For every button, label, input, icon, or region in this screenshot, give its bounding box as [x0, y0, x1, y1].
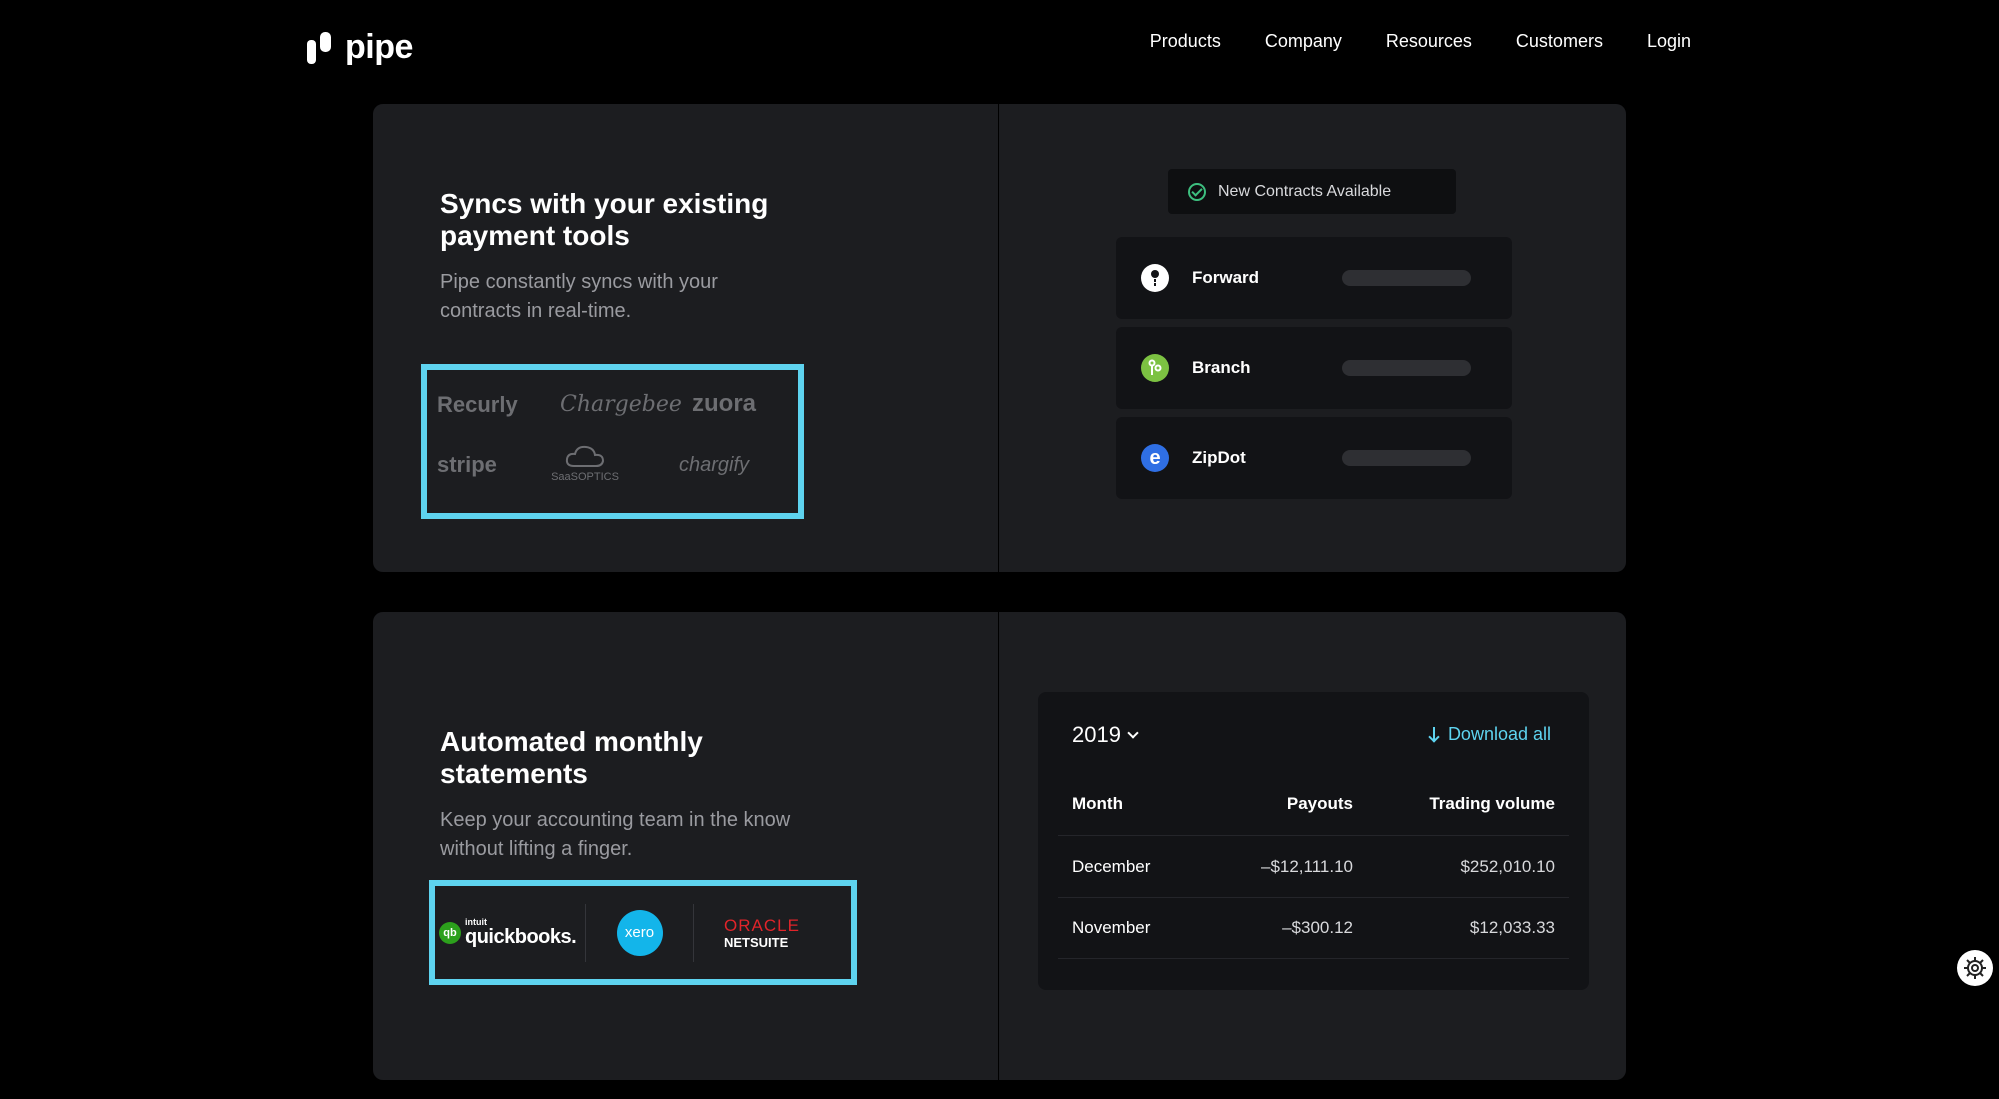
zuora-logo: zuora [692, 390, 757, 417]
row-month: November [1072, 918, 1151, 937]
forward-mark-icon [1151, 270, 1159, 286]
contract-placeholder-bar [1342, 360, 1471, 376]
nav-resources[interactable]: Resources [1386, 31, 1472, 52]
col-trading-volume: Trading volume [1429, 794, 1555, 813]
branch-mark-icon [1148, 359, 1162, 375]
netsuite-label: NETSUITE [724, 934, 789, 950]
contract-placeholder-bar [1342, 270, 1471, 286]
contract-item-branch[interactable]: Branch [1116, 327, 1512, 409]
sync-title: Syncs with your existing payment tools [440, 188, 769, 251]
nav-customers[interactable]: Customers [1516, 31, 1603, 52]
contract-name: Forward [1192, 268, 1260, 287]
stripe-logo: stripe [437, 452, 497, 477]
nav-login[interactable]: Login [1647, 31, 1691, 52]
pipe-logo[interactable]: pipe [307, 28, 413, 67]
col-month: Month [1072, 794, 1123, 813]
chargebee-logo: Chargebee [560, 392, 682, 417]
year-selector[interactable]: 2019 [1072, 722, 1139, 748]
pipe-logo-mark-icon [307, 31, 331, 64]
brand-name: pipe [345, 28, 413, 66]
contract-item-zipdot[interactable]: e ZipDot [1116, 417, 1512, 499]
payment-logos-grid: Recurly Chargebee zuora stripe SaaSOPTIC… [421, 364, 804, 519]
nav-products[interactable]: Products [1150, 31, 1221, 52]
new-contracts-notice: New Contracts Available [1168, 169, 1456, 214]
oracle-netsuite-logo: ORACLE NETSUITE [694, 917, 834, 949]
chargify-logo: chargify [679, 454, 750, 476]
sync-card: Syncs with your existing payment tools P… [373, 104, 1626, 572]
xero-badge-icon: xero [616, 909, 663, 956]
recurly-logo: Recurly [437, 392, 518, 417]
year-label: 2019 [1072, 722, 1121, 747]
quickbooks-logo: qb intuit quickbooks. [435, 918, 585, 947]
xero-logo: xero [586, 909, 693, 956]
download-label: Download all [1447, 724, 1551, 744]
forward-logo-icon [1141, 264, 1169, 292]
row-volume: $252,010.10 [1460, 856, 1555, 876]
check-circle-icon [1188, 182, 1206, 201]
download-icon [1428, 726, 1440, 743]
qb-badge-icon: qb [439, 921, 461, 944]
col-payouts: Payouts [1286, 794, 1353, 813]
contract-name: ZipDot [1192, 448, 1246, 467]
table-header: Month Payouts Trading volume [1058, 773, 1569, 835]
row-payouts: –$300.12 [1282, 918, 1353, 937]
card-divider [998, 104, 999, 572]
gear-icon [1964, 957, 1986, 979]
row-month: December [1072, 856, 1151, 876]
row-payouts: –$12,111.10 [1260, 856, 1353, 876]
statements-card: Automated monthly statements Keep your a… [373, 612, 1626, 1080]
sync-description: Pipe constantly syncs with your contract… [440, 271, 718, 322]
contract-placeholder-bar [1342, 450, 1471, 466]
table-row[interactable]: November –$300.12 $12,033.33 [1058, 897, 1569, 959]
oracle-label: ORACLE [724, 915, 800, 935]
statements-description: Keep your accounting team in the know wi… [440, 809, 791, 860]
notice-label: New Contracts Available [1218, 182, 1392, 200]
table-row[interactable]: December –$12,111.10 $252,010.10 [1058, 835, 1569, 897]
statement-panel: 2019 Download all Month Payouts Trading … [1038, 692, 1589, 990]
chevron-down-icon [1127, 726, 1139, 739]
download-all-button[interactable]: Download all [1428, 724, 1551, 745]
contract-name: Branch [1192, 358, 1251, 377]
top-nav: Products Company Resources Customers Log… [1150, 31, 1691, 52]
saasoptics-label: SaaSOPTICS [551, 471, 619, 483]
branch-logo-icon [1141, 354, 1169, 382]
contract-item-forward[interactable]: Forward [1116, 237, 1512, 319]
nav-company[interactable]: Company [1265, 31, 1342, 52]
card-divider [998, 612, 999, 1080]
quickbooks-label: quickbooks. [465, 926, 577, 948]
cloud-icon [565, 445, 605, 467]
statements-title: Automated monthly statements [440, 726, 703, 789]
row-volume: $12,033.33 [1469, 918, 1555, 937]
accounting-logos-row: qb intuit quickbooks. xero ORACLE NETSUI… [429, 880, 857, 985]
zipdot-logo-icon: e [1141, 444, 1169, 472]
saasoptics-logo: SaaSOPTICS [545, 444, 625, 483]
accessibility-settings-button[interactable] [1957, 950, 1993, 986]
